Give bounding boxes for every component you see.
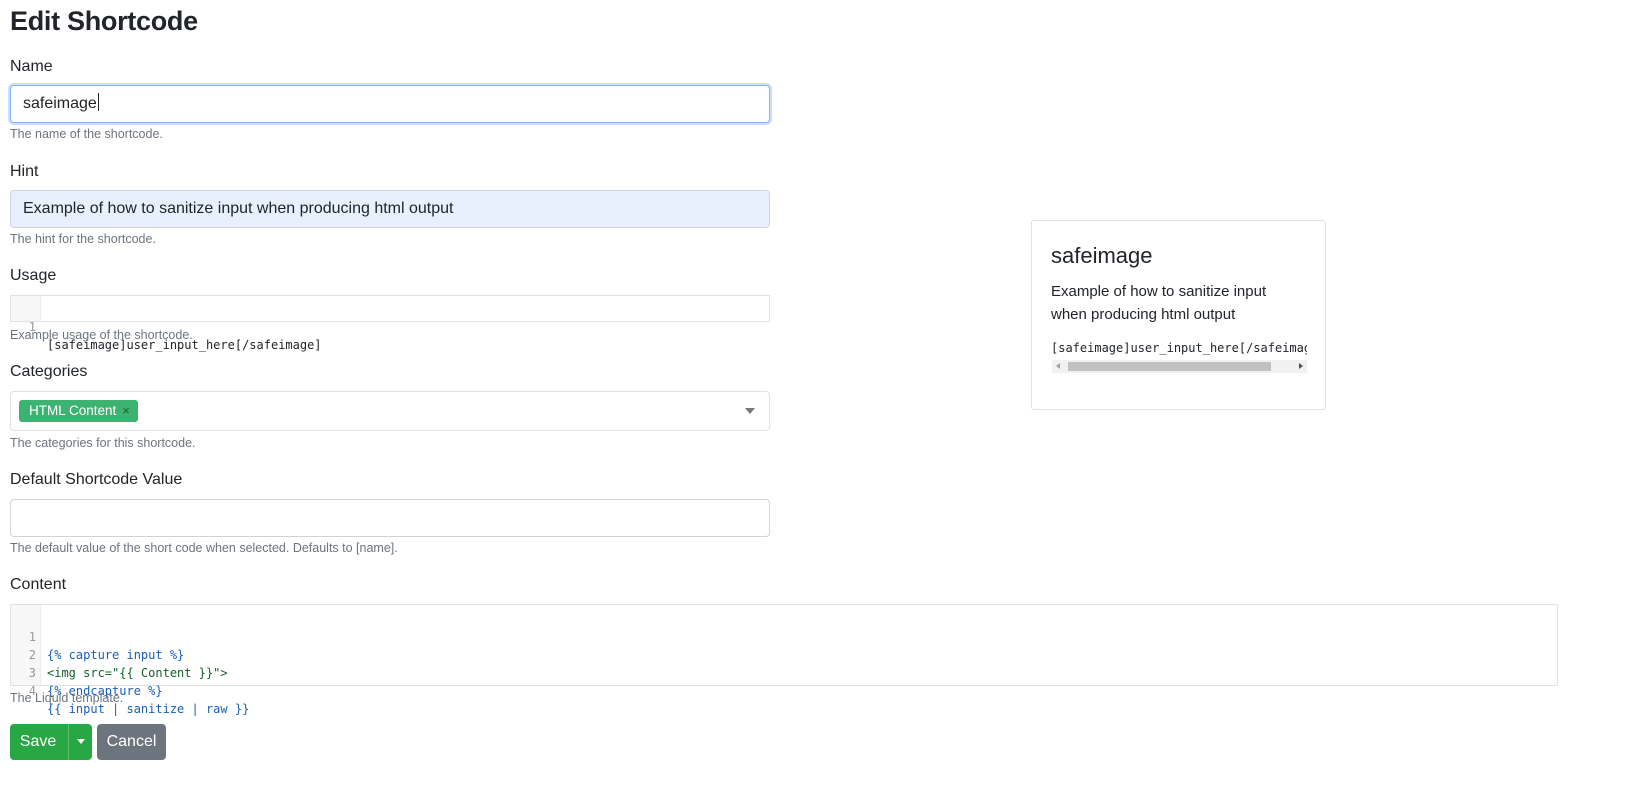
preview-title: safeimage: [1051, 243, 1153, 268]
category-chip: HTML Content ×: [19, 400, 138, 422]
usage-label: Usage: [10, 267, 57, 284]
code-text: <img src="{{ Content }}">: [47, 666, 228, 680]
code-line: 2 <img src="{{ Content }}">: [11, 628, 228, 680]
code-line: 3 {% endcapture %}: [11, 646, 163, 698]
scroll-left-icon[interactable]: [1056, 363, 1060, 369]
usage-code-editor[interactable]: 1 [safeimage]user_input_here[/safeimage]: [10, 295, 770, 352]
preview-usage: [safeimage]user_input_here[/safeimage]: [1051, 341, 1307, 355]
hint-help: The hint for the shortcode.: [10, 232, 156, 246]
hint-input-value: Example of how to sanitize input when pr…: [23, 200, 454, 217]
default-value-label: Default Shortcode Value: [10, 471, 183, 488]
hint-input[interactable]: Example of how to sanitize input when pr…: [10, 190, 770, 228]
save-button-group: Save: [10, 724, 92, 760]
save-button[interactable]: Save: [10, 724, 66, 760]
categories-select[interactable]: HTML Content ×: [10, 391, 770, 431]
code-text: {% capture input %}: [47, 648, 185, 662]
chevron-down-icon[interactable]: [745, 408, 755, 414]
name-input-value: safeimage: [23, 95, 97, 112]
usage-help: Example usage of the shortcode.: [10, 328, 193, 342]
content-label: Content: [10, 576, 67, 593]
default-value-help: The default value of the short code when…: [10, 541, 398, 555]
code-line: 1 [safeimage]user_input_here[/safeimage]: [11, 300, 322, 352]
close-icon[interactable]: ×: [122, 403, 130, 418]
cancel-button[interactable]: Cancel: [97, 724, 166, 760]
horizontal-scrollbar[interactable]: [1052, 360, 1307, 373]
categories-label: Categories: [10, 363, 88, 380]
name-input[interactable]: safeimage: [10, 85, 770, 123]
code-line: 4 {{ input | sanitize | raw }}: [11, 664, 250, 716]
category-chip-label: HTML Content: [29, 403, 117, 418]
categories-help: The categories for this shortcode.: [10, 436, 196, 450]
shortcode-preview-card: safeimage Example of how to sanitize inp…: [1031, 220, 1326, 410]
code-line: 1 {% capture input %}: [11, 610, 185, 662]
page-title: Edit Shortcode: [10, 6, 198, 36]
scrollbar-thumb[interactable]: [1068, 362, 1271, 371]
scroll-right-icon[interactable]: [1299, 363, 1303, 369]
preview-hint: Example of how to sanitize input when pr…: [1051, 283, 1267, 323]
name-help: The name of the shortcode.: [10, 127, 163, 141]
save-dropdown-toggle[interactable]: [68, 724, 92, 760]
default-value-input[interactable]: [10, 499, 770, 537]
caret-down-icon: [77, 739, 85, 744]
name-label: Name: [10, 58, 53, 75]
content-help: The Liquid template.: [10, 691, 124, 705]
text-caret: [97, 93, 99, 111]
hint-label: Hint: [10, 163, 39, 180]
content-code-editor[interactable]: 1 {% capture input %} 2 <img src="{{ Con…: [10, 604, 1558, 716]
